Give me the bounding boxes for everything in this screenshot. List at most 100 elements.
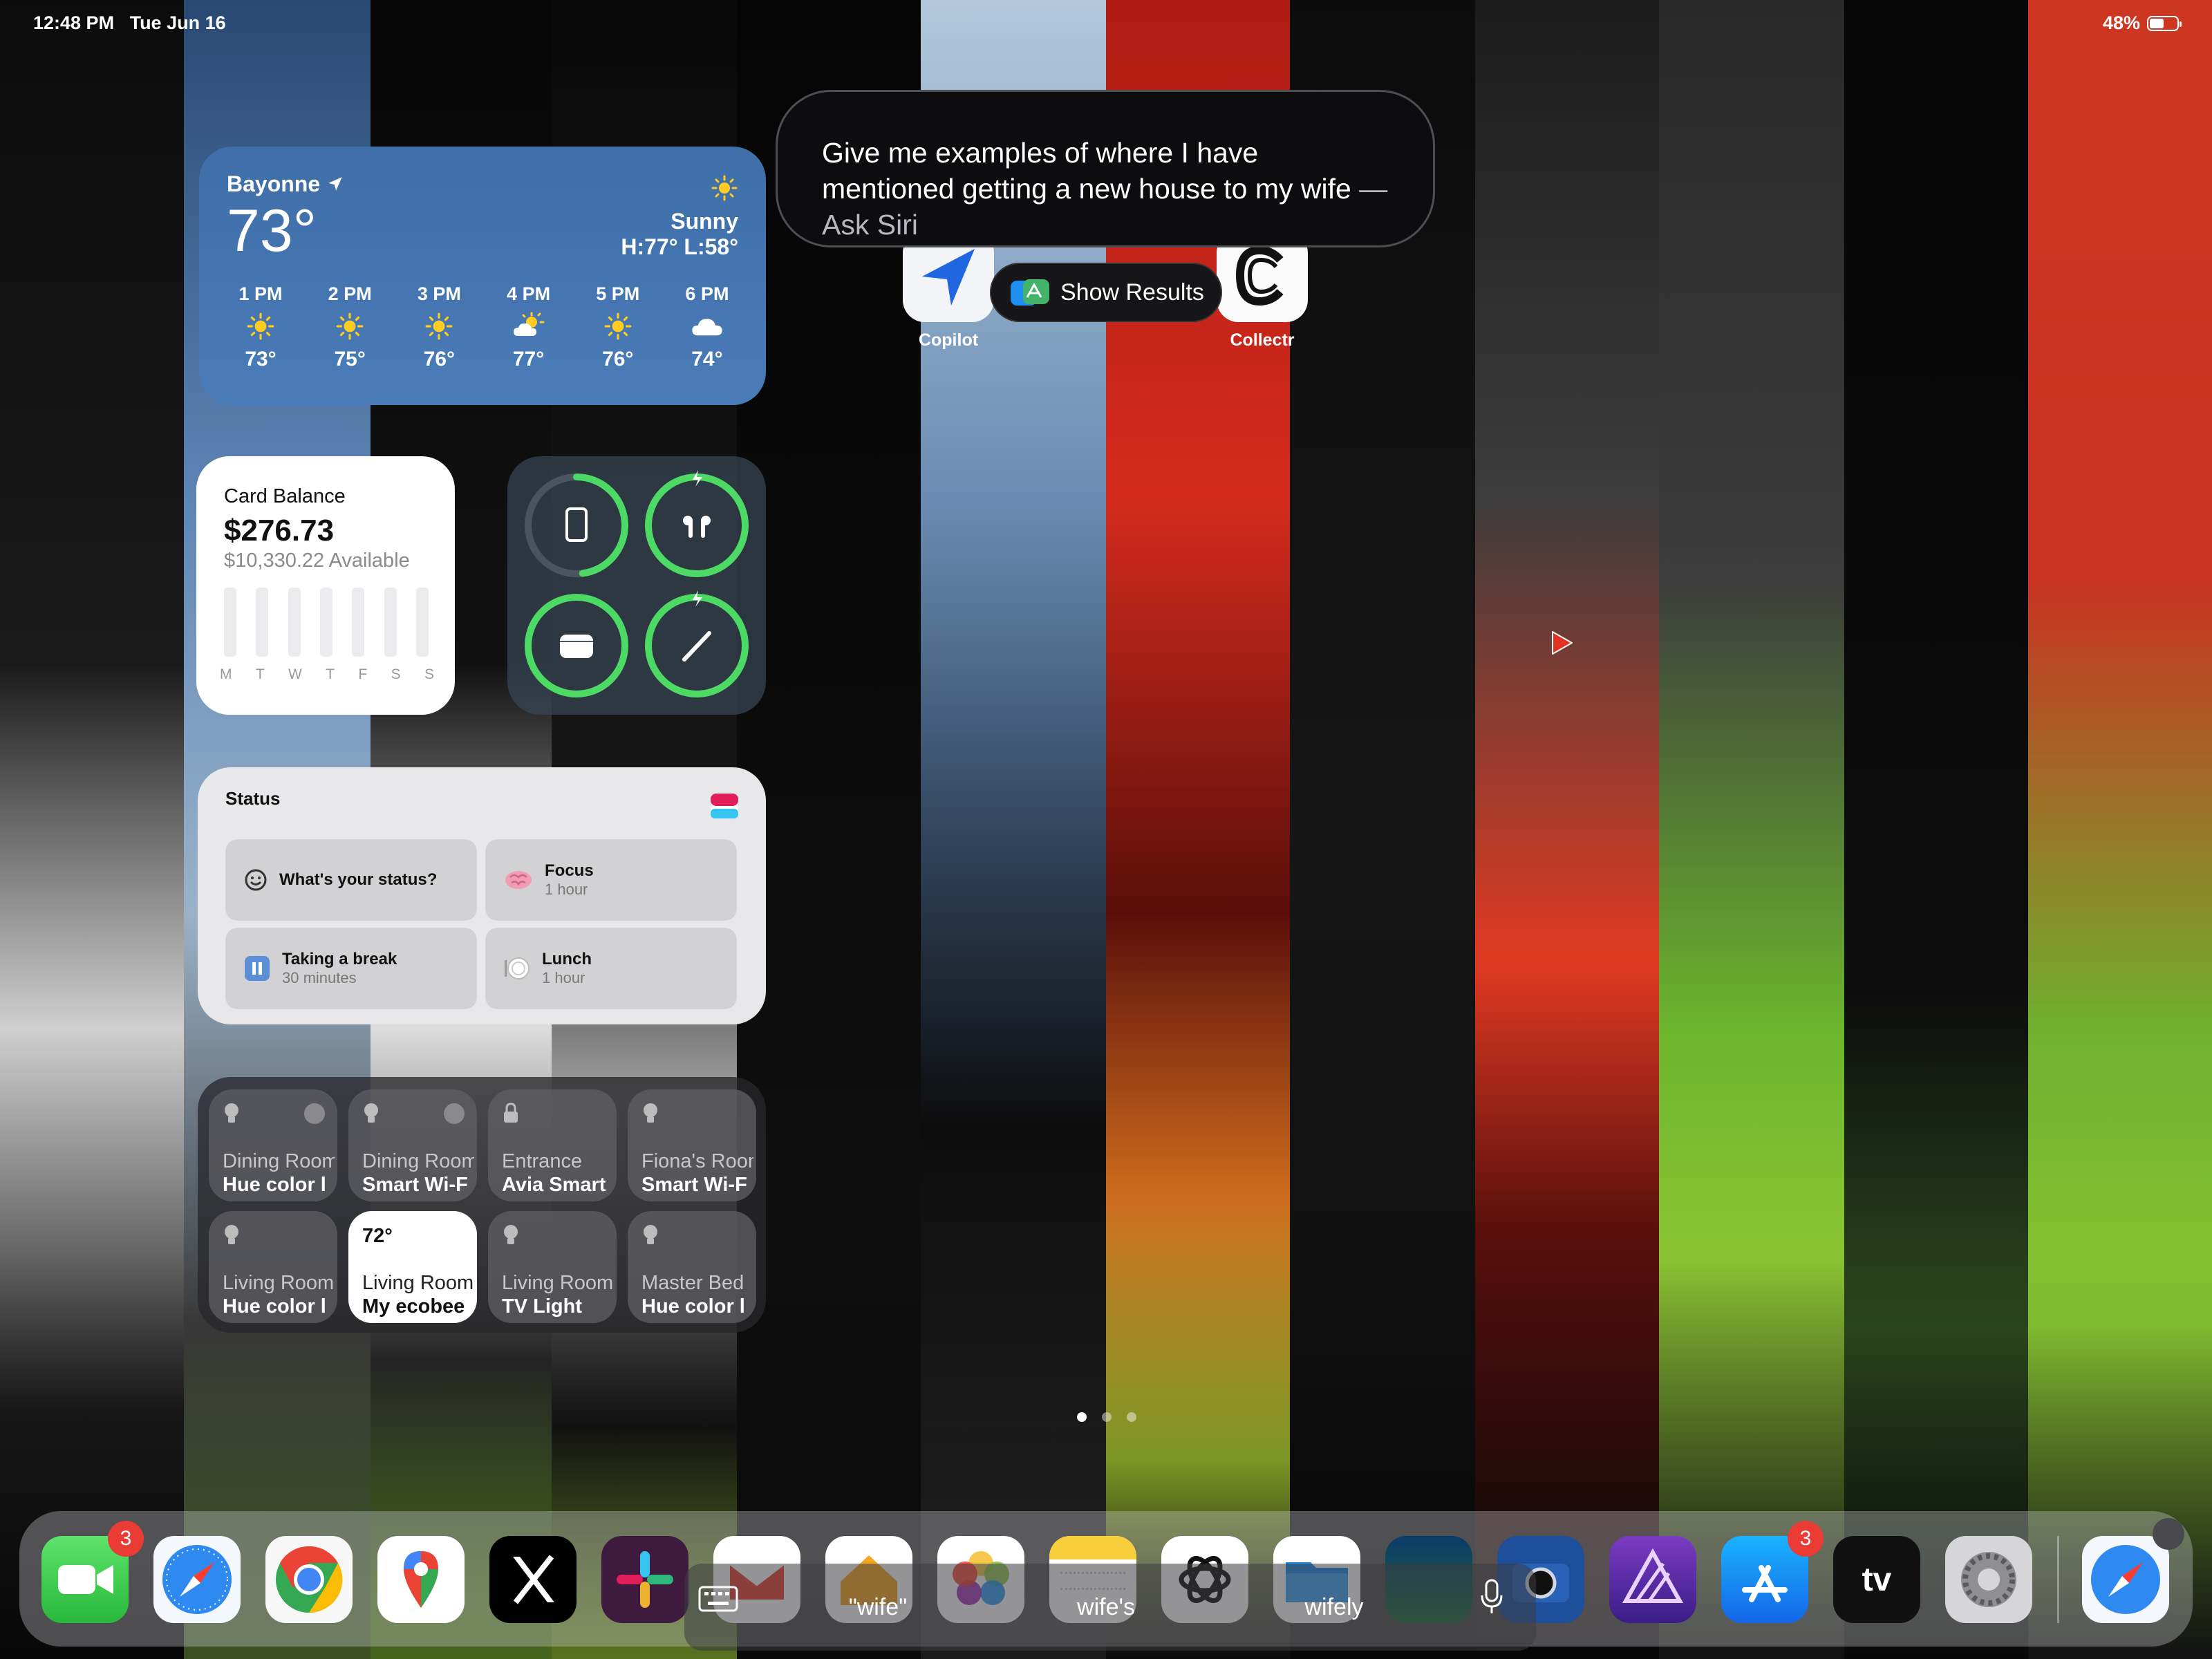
charging-bolt-icon [693,470,702,487]
brain-icon [505,871,532,889]
hour-time: 2 PM [328,283,372,304]
suggestion-2[interactable]: wife's [1002,1564,1210,1651]
status-bar: 12:48 PM Tue Jun 16 48% [33,10,2182,35]
spending-bar [384,588,397,657]
weather-hourly: 1 PM 73° 2 PM 75° 3 PM 76° 4 PM 77° 5 PM… [223,283,745,371]
safari-recent-icon[interactable] [2082,1536,2169,1623]
tile-device: TV Light [502,1295,582,1318]
smiley-icon [245,869,267,891]
status-option-set[interactable]: What's your status? [225,839,477,921]
hour-temp: 76° [602,348,634,371]
day-labels: M T W T F S S [220,666,434,683]
copilot-label: Copilot [918,330,979,350]
page-dot[interactable] [1127,1412,1136,1422]
status-option-label: What's your status? [279,870,438,889]
hour-temp: 73° [245,348,276,371]
card-balance-amount: $276.73 [224,514,335,547]
day-label: W [288,666,302,682]
tile-device: Hue color l [223,1295,326,1318]
status-option-duration: 1 hour [545,881,588,898]
card-balance-label: Card Balance [224,485,346,507]
page-indicator[interactable] [1077,1412,1136,1422]
battery-rings [525,470,749,697]
spending-bar [415,588,429,657]
spending-bar [319,588,332,657]
hour-time: 3 PM [417,283,461,304]
microphone-icon[interactable] [1478,1576,1506,1618]
home-tile[interactable]: Entrance Avia Smart [488,1089,617,1201]
status-option-lunch[interactable]: Lunch 1 hour [485,928,737,1009]
sun-icon [247,312,274,340]
batteries-widget[interactable] [507,456,766,715]
spending-bar [224,588,236,657]
home-tile[interactable]: Master Bed Hue color l [628,1211,756,1323]
chrome-icon[interactable] [265,1536,353,1623]
weather-summary: Sunny H:77° L:58° [621,174,738,260]
card-available: $10,330.22 Available [224,550,410,572]
siri-query-text: Give me examples of where I have mention… [822,137,1351,205]
handoff-badge-icon [2153,1518,2184,1550]
day-label: T [255,666,265,682]
hour-forecast: 2 PM 75° [312,283,388,371]
home-tile[interactable]: Fiona's Room Smart Wi-F [628,1089,756,1201]
pencil-battery [645,590,749,697]
home-tile[interactable]: Living Room TV Light [488,1211,617,1323]
tile-room: Entrance [502,1150,583,1172]
hour-forecast: 5 PM 76° [580,283,656,371]
ipad-icon [565,507,588,542]
siri-query-bubble[interactable]: Give me examples of where I have mention… [776,90,1435,247]
suggestion-1[interactable]: "wife" [774,1564,982,1651]
card-balance-widget[interactable]: Card Balance $276.73 $10,330.22 Availabl… [196,456,455,715]
status-option-duration: 1 hour [542,969,585,986]
home-tile[interactable]: Dining Room Hue color l [209,1089,337,1201]
weather-city-label: Bayonne [227,171,321,196]
status-option-label: Focus [545,861,594,880]
tile-device: Hue color l [641,1295,745,1318]
tile-device: My ecobee [362,1295,465,1318]
hour-temp: 77° [512,348,545,371]
battery-icon [2147,15,2182,31]
app-store-stack-icon [1011,279,1049,306]
page-dot[interactable] [1102,1412,1112,1422]
tile-room: Living Room [362,1272,474,1294]
affinity-photo-icon[interactable] [1609,1536,1696,1623]
suggestion-3[interactable]: wifely [1230,1564,1438,1651]
battery-status: 48% [2103,12,2182,34]
home-tile[interactable]: Dining Room Smart Wi-F [348,1089,477,1201]
airpods-icon [683,516,711,538]
weather-hilo: H:77° L:58° [621,234,738,259]
ipad-battery [525,474,628,577]
home-tile-thermostat[interactable]: 72° Living Room My ecobee [348,1211,477,1323]
show-results-button[interactable]: Show Results [990,263,1222,322]
tile-room: Living Room [502,1272,614,1294]
safari-icon[interactable] [153,1536,241,1623]
bulb-icon [504,1225,518,1244]
spending-bar [256,588,269,657]
status-option-focus[interactable]: Focus 1 hour [485,839,737,921]
slack-icon[interactable] [601,1536,688,1623]
apple-tv-label: tv [1862,1561,1892,1598]
page-dot[interactable] [1077,1412,1087,1422]
day-label: M [220,666,232,682]
status-option-break[interactable]: Taking a break 30 minutes [225,928,477,1009]
day-label: T [326,666,335,682]
sun-icon [425,312,453,340]
weather-widget[interactable]: Bayonne 73° Sunny H:77° L:58° 1 PM 73° 2… [199,147,766,405]
settings-icon[interactable] [1945,1536,2032,1623]
status-option-duration: 30 minutes [282,969,357,986]
hour-temp: 75° [334,348,366,371]
apple-tv-icon[interactable]: tv [1833,1536,1920,1623]
sun-icon [604,312,632,340]
home-tile[interactable]: Living Room Hue color l [209,1211,337,1323]
hour-time: 4 PM [507,283,551,304]
google-maps-icon[interactable] [377,1536,465,1623]
slack-status-widget[interactable]: Status What's your status? Focus 1 hour T… [198,767,766,1024]
charging-bolt-icon [693,590,702,607]
location-arrow-icon [328,177,342,191]
bulb-icon [644,1225,657,1244]
keyboard-icon[interactable] [695,1580,745,1619]
dock-divider [2057,1536,2059,1623]
status-option-label: Lunch [542,950,592,968]
x-icon[interactable] [489,1536,577,1623]
spending-bars [224,588,429,657]
